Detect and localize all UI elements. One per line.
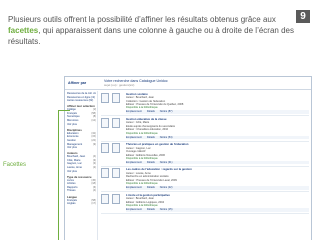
intro-text-highlight: facettes [8, 26, 39, 35]
location-link[interactable]: Emplacement [126, 136, 142, 140]
book-cover-icon[interactable] [101, 193, 109, 204]
facet-more-link[interactable]: Voir plus [67, 123, 96, 127]
catalogue-screenshot: Affiner par Votre recherche dans Catalog… [64, 76, 312, 240]
facet-more-link[interactable]: Voir plus [67, 146, 96, 150]
search-summary: Votre recherche dans Catalogue Unidoc su… [104, 79, 168, 87]
record-actions: Emplacement Détails Notice (15) [126, 208, 309, 212]
location-link[interactable]: Emplacement [126, 161, 142, 165]
notice-link[interactable]: Notice (87) [160, 110, 173, 114]
record-body: Les cadres de l'éducation : regards sur … [126, 168, 309, 190]
details-link[interactable]: Détails [147, 110, 155, 114]
facet-more-link[interactable]: Voir plus [67, 170, 96, 174]
document-type-icon [112, 168, 120, 179]
location-link[interactable]: Emplacement [126, 208, 142, 212]
document-type-icon [112, 193, 120, 204]
record-availability: Disponible à la bibliothèque [126, 131, 158, 135]
document-type-icon [112, 92, 120, 103]
record-thumbnails [101, 168, 123, 189]
notice-link[interactable]: Notice (31) [160, 161, 173, 165]
screenshot-header: Affiner par Votre recherche dans Catalog… [65, 77, 311, 90]
search-query: sujet (uu) : gestion(sic) [104, 83, 135, 87]
result-record: Théories et pratiques en gestion de l'éd… [101, 142, 309, 167]
notice-link[interactable]: Notice (15) [160, 208, 173, 212]
record-body: Gestion éducative de la classe Auteur : … [126, 118, 309, 140]
result-record: L'école et la gestion participative Aute… [101, 192, 309, 215]
record-thumbnails [101, 92, 123, 114]
facet-item-count: (12) [91, 119, 96, 123]
intro-text-after: , qui apparaissent dans une colonne à ga… [8, 26, 294, 46]
facets-bracket [58, 110, 70, 240]
facettes-label: Facettes [3, 162, 27, 168]
notice-link[interactable]: Notice (54) [160, 136, 173, 140]
record-thumbnails [101, 193, 123, 212]
location-link[interactable]: Emplacement [126, 110, 142, 114]
result-record: Gestion éducative de la classe Auteur : … [101, 116, 309, 142]
record-thumbnails [101, 117, 123, 139]
facet-link[interactable]: Autres ressources (62) [67, 99, 96, 103]
record-actions: Emplacement Détails Notice (31) [126, 160, 309, 165]
record-availability: Disponible à la bibliothèque [126, 156, 158, 160]
record-actions: Emplacement Détails Notice (22) [126, 186, 309, 190]
result-record: Gestion scolaire Auteur : Bouchard, Jean… [101, 91, 309, 117]
location-link[interactable]: Emplacement [126, 186, 142, 190]
facet-item-count: (2) [92, 166, 96, 169]
book-cover-icon[interactable] [101, 168, 109, 179]
facet-item-count: (17) [91, 202, 96, 206]
record-body: Théories et pratiques en gestion de l'éd… [126, 143, 309, 165]
document-type-icon [112, 117, 120, 128]
book-cover-icon[interactable] [101, 117, 109, 128]
record-thumbnails [101, 143, 123, 164]
record-actions: Emplacement Détails Notice (87) [126, 110, 309, 114]
intro-text-before: Plusieurs outils offrent la possibilité … [8, 15, 276, 24]
result-record: Les cadres de l'éducation : regards sur … [101, 167, 309, 193]
refine-title: Affiner par [68, 81, 87, 85]
facet-item[interactable]: Thèses (4) [67, 189, 96, 193]
record-body: Gestion scolaire Auteur : Bouchard, Jean… [126, 93, 309, 114]
details-link[interactable]: Détails [147, 136, 155, 140]
facet-item-count: (4) [92, 189, 96, 193]
facet-item[interactable]: Anglais (17) [67, 202, 96, 206]
facet-item-count: (9) [92, 142, 96, 146]
details-link[interactable]: Détails [147, 208, 155, 212]
record-actions: Emplacement Détails Notice (54) [126, 135, 309, 140]
notice-link[interactable]: Notice (22) [160, 186, 173, 190]
document-type-icon [112, 143, 120, 154]
record-body: L'école et la gestion participative Aute… [126, 194, 309, 212]
results-list: Gestion scolaire Auteur : Bouchard, Jean… [99, 91, 311, 240]
book-cover-icon[interactable] [101, 92, 109, 103]
book-cover-icon[interactable] [101, 143, 109, 154]
intro-text: Plusieurs outils offrent la possibilité … [8, 14, 304, 47]
details-link[interactable]: Détails [147, 161, 155, 165]
details-link[interactable]: Détails [147, 186, 155, 190]
